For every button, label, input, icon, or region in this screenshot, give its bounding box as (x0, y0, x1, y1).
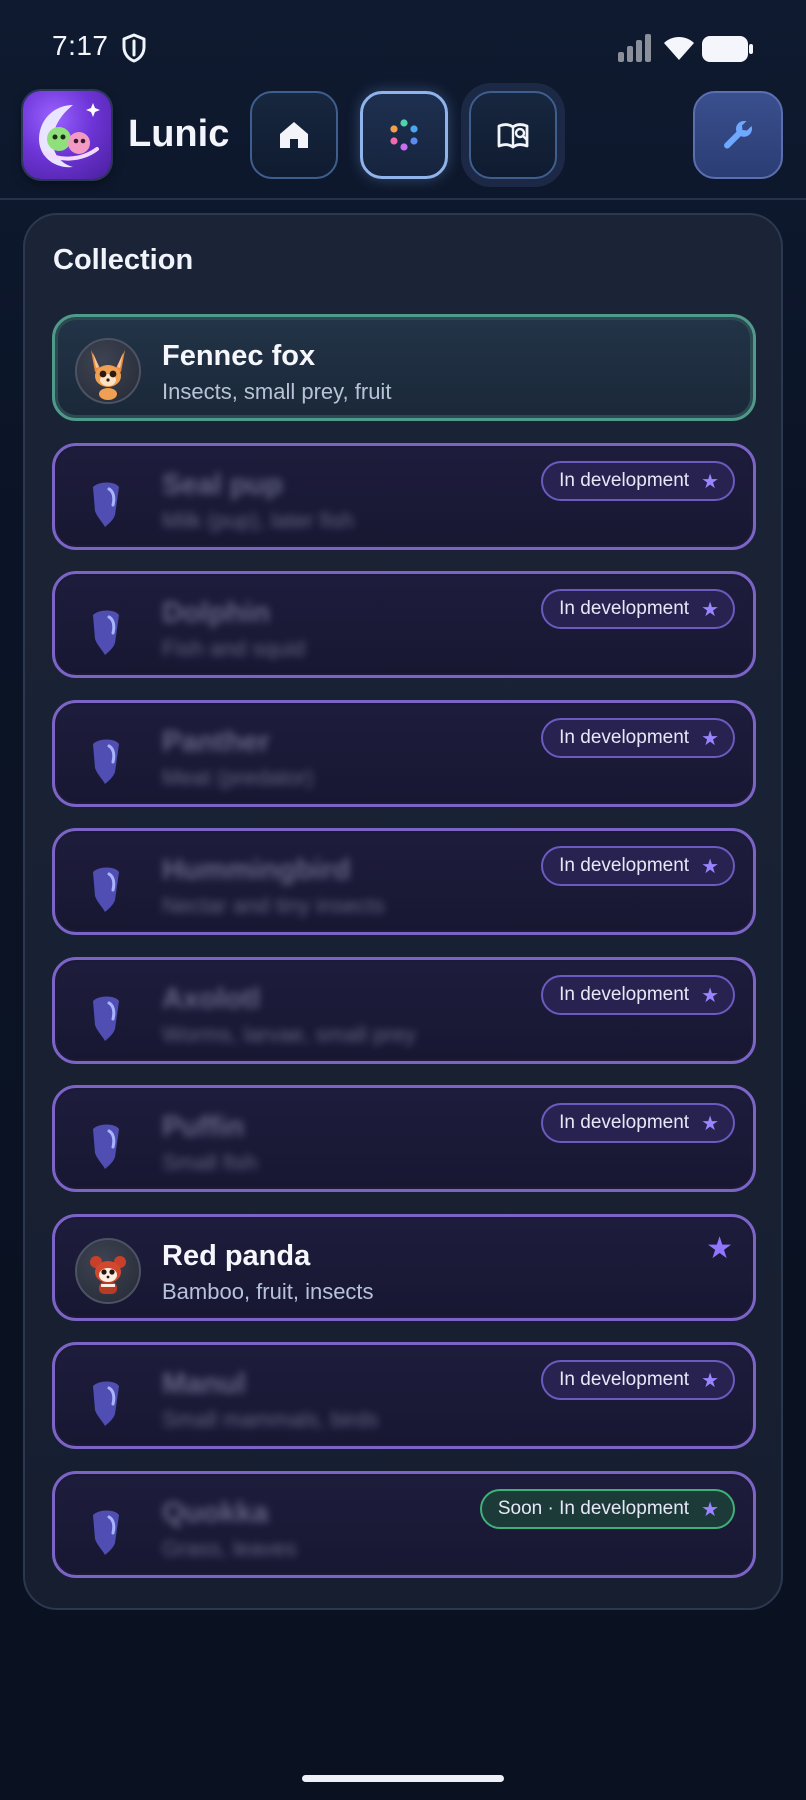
star-icon: ★ (701, 984, 719, 1007)
collection-item-locked[interactable]: Manul Small mammals, birds In developmen… (52, 1342, 756, 1449)
status-time: 7:17 (52, 30, 109, 61)
home-icon (280, 122, 308, 148)
badge-label: In development (559, 984, 690, 1005)
locked-gem-icon (93, 1510, 119, 1555)
top-app-bar: Lunic (0, 82, 806, 200)
signal-icon (618, 34, 651, 62)
collection-panel: Collection Fennec fox Insects, small pre… (23, 213, 783, 1610)
item-diet: Nectar and tiny insects (162, 893, 385, 918)
locked-gem-icon (93, 739, 119, 784)
item-diet: Fish and squid (162, 636, 306, 661)
item-diet: Small fish (162, 1150, 258, 1175)
app-title: Lunic (128, 113, 230, 155)
star-icon: ★ (701, 1498, 719, 1521)
item-diet: Insects, small prey, fruit (162, 379, 392, 404)
item-name: Quokka (162, 1497, 269, 1529)
star-icon: ★ (701, 470, 719, 493)
star-icon[interactable]: ★ (706, 1231, 733, 1266)
book-button[interactable] (469, 91, 557, 179)
fennec-fox-avatar (75, 338, 141, 404)
status-badge-soon: Soon · In development ★ (479, 1489, 735, 1529)
status-badge: In development ★ (541, 1103, 735, 1143)
badge-label: In development (559, 1369, 690, 1390)
collection-item-locked[interactable]: Panther Meat (predator) In development ★ (52, 700, 756, 807)
locked-gem-icon (93, 1381, 119, 1426)
collection-item-locked[interactable]: Hummingbird Nectar and tiny insects In d… (52, 828, 756, 935)
home-button[interactable] (250, 91, 338, 179)
item-diet: Worms, larvae, small prey (162, 1022, 416, 1047)
star-icon: ★ (701, 1112, 719, 1135)
status-badge: In development ★ (541, 846, 735, 886)
collection-button[interactable] (360, 91, 448, 179)
book-icon (497, 123, 529, 149)
item-name: Manul (162, 1368, 246, 1400)
item-name: Hummingbird (162, 854, 351, 886)
collection-item-red-panda[interactable]: Red panda Bamboo, fruit, insects ★ (52, 1214, 756, 1321)
collection-item-locked[interactable]: Axolotl Worms, larvae, small prey In dev… (52, 957, 756, 1064)
item-name: Dolphin (162, 597, 270, 629)
badge-label: In development (559, 598, 690, 619)
settings-button[interactable] (693, 91, 783, 179)
item-name: Fennec fox (162, 340, 316, 372)
status-badge: In development ★ (541, 1360, 735, 1400)
status-badge: In development ★ (541, 589, 735, 629)
locked-gem-icon (93, 867, 119, 912)
star-icon: ★ (701, 727, 719, 750)
item-name: Axolotl (162, 983, 261, 1015)
item-name: Puffin (162, 1111, 245, 1143)
panel-title: Collection (53, 244, 194, 276)
badge-label: In development (559, 727, 690, 748)
collection-item-locked[interactable]: Puffin Small fish In development ★ (52, 1085, 756, 1192)
star-icon: ★ (701, 1369, 719, 1392)
battery-icon (702, 36, 753, 62)
shield-icon (122, 33, 146, 63)
locked-gem-icon (93, 610, 119, 655)
star-icon: ★ (701, 855, 719, 878)
status-badge: In development ★ (541, 718, 735, 758)
item-diet: Small mammals, birds (162, 1407, 379, 1432)
wifi-icon (664, 37, 694, 60)
dots-icon (390, 119, 418, 151)
badge-label: In development (559, 470, 690, 491)
badge-label: In development (559, 855, 690, 876)
home-indicator[interactable] (302, 1775, 504, 1782)
badge-label: In development (559, 1112, 690, 1133)
star-icon: ★ (701, 598, 719, 621)
collection-item-locked[interactable]: Dolphin Fish and squid In development ★ (52, 571, 756, 678)
status-badge: In development ★ (541, 975, 735, 1015)
item-diet: Milk (pup), later fish (162, 508, 354, 533)
wrench-icon (724, 121, 752, 149)
status-badge: In development ★ (541, 461, 735, 501)
item-name: Panther (162, 726, 270, 758)
item-diet: Grass, leaves (162, 1536, 297, 1561)
item-diet: Bamboo, fruit, insects (162, 1279, 374, 1304)
collection-item-locked[interactable]: Quokka Grass, leaves Soon · In developme… (52, 1471, 756, 1578)
item-name: Seal pup (162, 469, 283, 501)
collection-item-fennec-fox[interactable]: Fennec fox Insects, small prey, fruit (52, 314, 756, 421)
locked-gem-icon (93, 996, 119, 1041)
badge-label: Soon · In development (497, 1498, 690, 1519)
item-diet: Meat (predator) (162, 765, 314, 790)
locked-gem-icon (93, 482, 119, 527)
item-name: Red panda (162, 1240, 311, 1272)
collection-item-locked[interactable]: Seal pup Milk (pup), later fish In devel… (52, 443, 756, 550)
app-logo-icon[interactable] (23, 91, 111, 179)
locked-gem-icon (93, 1124, 119, 1169)
red-panda-avatar (75, 1238, 141, 1304)
